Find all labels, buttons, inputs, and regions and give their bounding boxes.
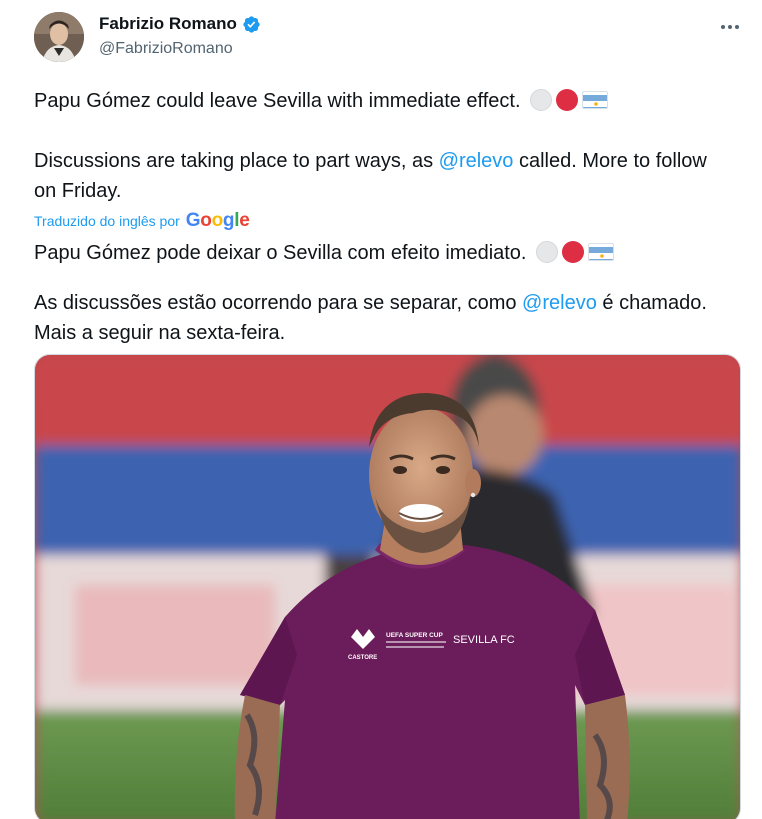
tweet-photo[interactable]: CASTORE UEFA SUPER CUP SEVILLA FC (34, 354, 741, 819)
white-circle-icon (530, 89, 553, 111)
argentina-flag-icon (582, 91, 609, 109)
patch-text: UEFA SUPER CUP (386, 632, 443, 639)
tweet-text-line1: Papu Gómez could leave Sevilla with imme… (34, 86, 734, 116)
avatar[interactable] (34, 12, 84, 62)
red-circle-icon (556, 89, 579, 111)
more-dot (728, 25, 732, 29)
mention-link[interactable]: @relevo (439, 150, 514, 172)
author-name-row: Fabrizio Romano (99, 14, 261, 34)
author-handle[interactable]: @FabrizioRomano (99, 40, 233, 58)
tweet: Fabrizio Romano @FabrizioRomano Papu Góm… (0, 0, 762, 819)
sponsor-text: CASTORE (348, 655, 377, 661)
author-display-name[interactable]: Fabrizio Romano (99, 14, 237, 34)
translated-text-line1: Papu Gómez pode deixar o Sevilla com efe… (34, 238, 734, 268)
mention-link[interactable]: @relevo (522, 292, 597, 314)
shirt-text: SEVILLA FC (453, 634, 515, 646)
verified-badge-icon (242, 15, 261, 34)
more-horizontal-icon (721, 25, 725, 29)
argentina-flag-icon (588, 243, 615, 261)
google-logo: Google (185, 210, 250, 231)
white-circle-icon (536, 241, 559, 263)
translation-attribution[interactable]: Traduzido do inglês por Google (34, 210, 250, 232)
tweet-text: Papu Gómez could leave Sevilla with imme… (34, 90, 521, 112)
translated-text: As discussões estão ocorrendo para se se… (34, 292, 523, 314)
more-options-button[interactable] (713, 12, 747, 42)
tweet-text: Discussions are taking place to part way… (34, 150, 439, 172)
red-circle-icon (562, 241, 585, 263)
photo-player: CASTORE UEFA SUPER CUP SEVILLA FC (35, 355, 740, 819)
more-dot (735, 25, 739, 29)
translated-text-line2: As discussões estão ocorrendo para se se… (34, 288, 734, 348)
tweet-text-line2: Discussions are taking place to part way… (34, 146, 734, 206)
translated-text: Papu Gómez pode deixar o Sevilla com efe… (34, 242, 527, 264)
translation-label: Traduzido do inglês por (34, 213, 180, 229)
